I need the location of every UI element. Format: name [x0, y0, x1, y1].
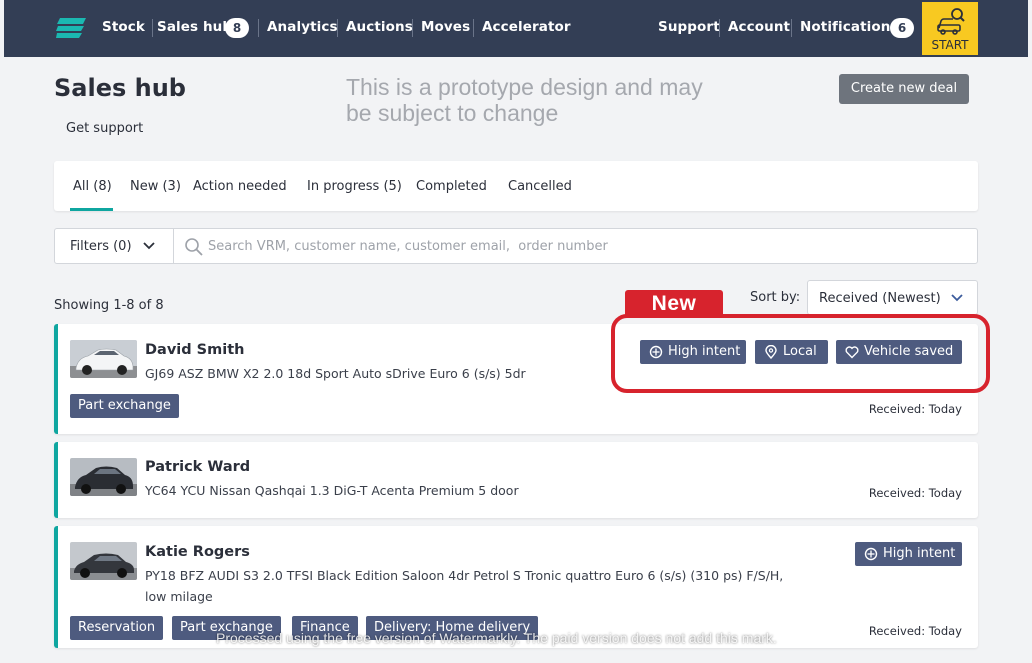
high-intent-label: High intent: [883, 546, 956, 561]
search-icon: [185, 238, 203, 256]
page-title: Sales hub: [54, 74, 186, 102]
active-tab-indicator: [70, 208, 113, 211]
get-support-link[interactable]: Get support: [66, 121, 143, 136]
nav-separator: [412, 19, 413, 37]
search-bar: [173, 228, 978, 264]
brand-logo-icon[interactable]: [56, 18, 86, 38]
start-label: START: [931, 38, 969, 52]
top-nav: Stock Sales hub 8 Analytics Auctions Mov…: [4, 0, 1028, 57]
received-date: Received: Today: [868, 486, 962, 500]
sort-value: Received (Newest): [819, 291, 941, 306]
tab-action-needed[interactable]: Action needed: [193, 179, 287, 194]
tag-reservation: Reservation: [70, 616, 164, 640]
crosshair-icon: [864, 547, 878, 561]
sales-hub-count-badge: 8: [225, 18, 249, 38]
tab-completed[interactable]: Completed: [416, 179, 487, 194]
nav-item-notifications[interactable]: Notifications: [800, 19, 899, 35]
tab-new[interactable]: New (3): [130, 179, 181, 194]
nav-item-accelerator[interactable]: Accelerator: [482, 19, 571, 35]
sort-dropdown[interactable]: Received (Newest): [807, 280, 978, 315]
nav-item-moves[interactable]: Moves: [421, 19, 470, 35]
tab-cancelled[interactable]: Cancelled: [508, 179, 572, 194]
customer-name[interactable]: Patrick Ward: [145, 459, 250, 475]
create-new-deal-button[interactable]: Create new deal: [839, 74, 969, 104]
new-feature-highlight: [611, 314, 990, 393]
received-date: Received: Today: [868, 624, 962, 638]
customer-name[interactable]: Katie Rogers: [145, 544, 250, 560]
car-search-icon: [937, 8, 965, 35]
chevron-down-icon: [143, 242, 155, 250]
vehicle-description: PY18 BFZ AUDI S3 2.0 TFSI Black Edition …: [145, 568, 784, 604]
vehicle-thumbnail: [70, 458, 137, 496]
status-tabs: All (8) New (3) Action needed In progres…: [54, 161, 978, 211]
nav-item-stock[interactable]: Stock: [102, 19, 145, 35]
received-date: Received: Today: [868, 402, 962, 416]
prototype-disclaimer: This is a prototype design and may be su…: [346, 74, 703, 126]
tag-part-exchange: Part exchange: [70, 394, 179, 418]
nav-item-auctions[interactable]: Auctions: [346, 19, 413, 35]
vehicle-description: YC64 YCU Nissan Qashqai 1.3 DiG-T Acenta…: [145, 483, 519, 498]
chevron-down-icon: [951, 294, 963, 302]
results-count: Showing 1-8 of 8: [54, 298, 164, 313]
start-button[interactable]: START: [922, 2, 978, 55]
nav-separator: [719, 19, 720, 37]
nav-separator: [258, 19, 259, 37]
notifications-count-badge: 6: [890, 18, 914, 38]
nav-item-sales-hub[interactable]: Sales hub: [157, 19, 232, 35]
sort-label: Sort by:: [750, 290, 801, 305]
new-feature-annotation: New: [625, 290, 723, 317]
vehicle-thumbnail: [70, 340, 137, 378]
watermark-text: Processed using the free version of Wate…: [216, 630, 777, 646]
tab-in-progress[interactable]: In progress (5): [307, 179, 402, 194]
nav-separator: [791, 19, 792, 37]
nav-separator: [473, 19, 474, 37]
filters-dropdown[interactable]: Filters (0): [54, 228, 174, 264]
filters-label: Filters (0): [70, 239, 132, 254]
customer-name[interactable]: David Smith: [145, 342, 244, 358]
vehicle-thumbnail: [70, 542, 137, 580]
deal-card[interactable]: Patrick Ward YC64 YCU Nissan Qashqai 1.3…: [54, 442, 978, 518]
nav-item-account[interactable]: Account: [728, 19, 790, 35]
nav-separator: [152, 19, 153, 37]
nav-item-support[interactable]: Support: [658, 19, 720, 35]
tab-all[interactable]: All (8): [73, 179, 112, 194]
nav-item-analytics[interactable]: Analytics: [267, 19, 338, 35]
nav-separator: [337, 19, 338, 37]
high-intent-badge: High intent: [855, 542, 962, 566]
search-input[interactable]: [208, 236, 948, 256]
